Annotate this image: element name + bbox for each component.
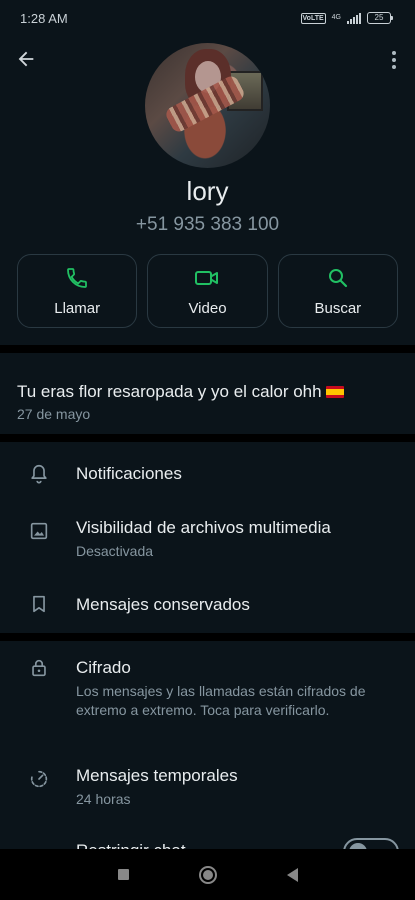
section-divider [0, 434, 415, 442]
disappearing-messages-value: 24 horas [76, 791, 131, 807]
status-bar: 1:28 AM VoLTE 4G 25 [0, 0, 415, 36]
system-nav-bar [0, 849, 415, 900]
notifications-row[interactable]: Notificaciones [0, 450, 415, 498]
contact-name: lory [186, 176, 229, 206]
disappearing-messages-label: Mensajes temporales [76, 766, 238, 785]
call-label: Llamar [54, 299, 101, 317]
action-buttons: Llamar Video Buscar [17, 254, 398, 328]
search-icon [328, 268, 347, 287]
call-button[interactable]: Llamar [17, 254, 138, 328]
video-icon [195, 270, 219, 285]
battery-icon: 25 [367, 12, 393, 24]
video-button[interactable]: Video [147, 254, 268, 328]
media-visibility-row[interactable]: Visibilidad de archivos multimedia Desac… [0, 510, 415, 566]
volte-icon: VoLTE [300, 12, 326, 24]
media-visibility-label: Visibilidad de archivos multimedia [76, 518, 331, 537]
avatar[interactable] [145, 43, 270, 168]
system-back-button[interactable] [286, 867, 298, 882]
search-label: Buscar [314, 299, 362, 317]
encryption-description: Los mensajes y las llamadas están cifrad… [76, 683, 366, 718]
signal-icon [347, 12, 361, 24]
about-date: 27 de mayo [17, 406, 91, 422]
section-divider [0, 345, 415, 353]
image-icon [30, 522, 48, 540]
spain-flag-icon [325, 386, 344, 398]
encryption-label: Cifrado [76, 658, 131, 677]
recents-button[interactable] [117, 869, 129, 880]
more-options-button[interactable] [387, 48, 401, 72]
disappearing-messages-row[interactable]: Mensajes temporales 24 horas [0, 762, 415, 812]
network-type: 4G [331, 14, 341, 21]
timer-icon [30, 770, 48, 788]
search-button[interactable]: Buscar [277, 254, 398, 328]
about-section[interactable]: Tu eras flor resaropada y yo el calor oh… [17, 380, 397, 422]
notifications-label: Notificaciones [76, 464, 182, 483]
section-divider [0, 633, 415, 641]
lock-icon [32, 659, 46, 677]
video-label: Video [188, 299, 227, 317]
media-visibility-value: Desactivada [76, 543, 154, 559]
phone-icon [67, 267, 88, 288]
back-button[interactable] [12, 45, 40, 73]
home-button[interactable] [198, 865, 217, 884]
status-icons: VoLTE 4G 25 [300, 12, 393, 24]
bell-icon [31, 464, 47, 484]
about-text: Tu eras flor resaropada y yo el calor oh… [17, 380, 397, 404]
status-time: 1:28 AM [20, 10, 68, 26]
encryption-row[interactable]: Cifrado Los mensajes y las llamadas está… [0, 652, 415, 742]
contact-phone: +51 935 383 100 [135, 214, 280, 235]
bookmark-icon [33, 595, 45, 613]
kept-messages-row[interactable]: Mensajes conservados [0, 582, 415, 628]
kept-messages-label: Mensajes conservados [76, 595, 250, 614]
arrow-left-icon [18, 51, 34, 67]
